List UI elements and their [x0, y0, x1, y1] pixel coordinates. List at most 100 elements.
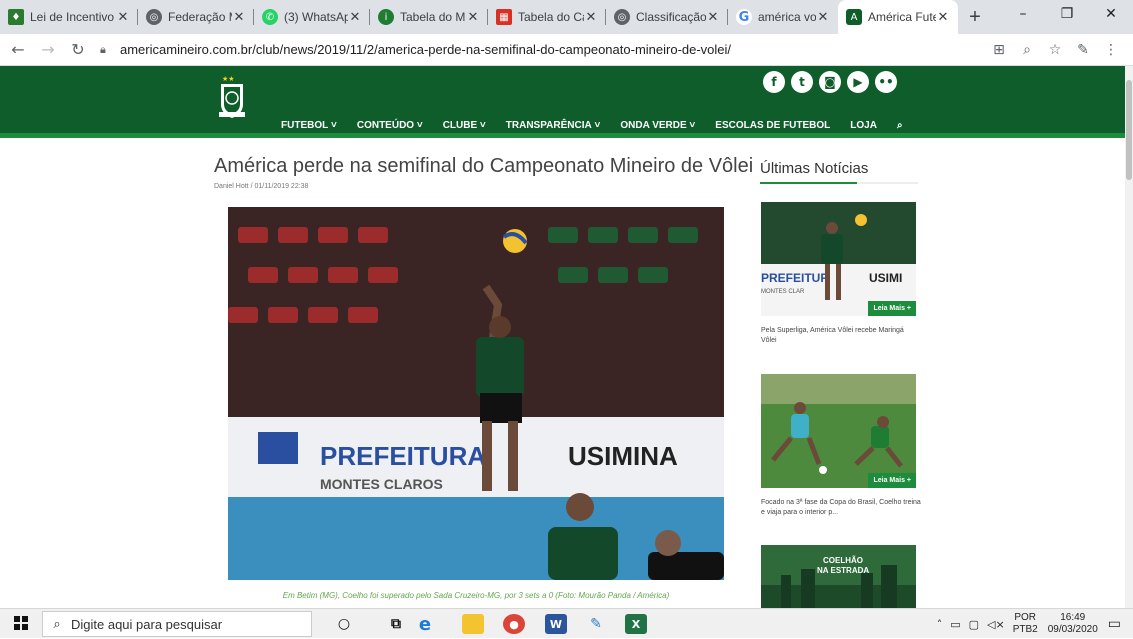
chrome-icon[interactable]: ● — [503, 614, 525, 634]
browser-tab[interactable]: ✆ (3) WhatsApp ✕ — [254, 0, 370, 34]
browser-tab[interactable]: ◎ Classificação Superliga ✕ — [606, 0, 728, 34]
maximize-icon[interactable]: ❐ — [1045, 0, 1089, 28]
page-scrollbar[interactable] — [1125, 66, 1133, 608]
photo-banner-text: MONTES CLAROS — [320, 476, 443, 492]
instagram-icon[interactable]: ◙ — [819, 71, 841, 93]
card-image-text: PREFEITUR — [761, 271, 829, 285]
sidebar-title-underline — [760, 182, 918, 184]
twitter-icon[interactable]: t — [791, 71, 813, 93]
sports-incentive-icon: ♦ — [8, 9, 24, 25]
layout-label: PTB2 — [1012, 624, 1038, 635]
clock-time: 16:49 — [1060, 612, 1086, 623]
news-card-title[interactable]: Pela Superliga, América Vôlei recebe Mar… — [761, 326, 921, 346]
close-tab-icon[interactable]: ✕ — [348, 10, 362, 25]
scrollbar-thumb[interactable] — [1126, 80, 1132, 180]
volleyball-photo: PREFEITURA MONTES CLAROS USIMINA — [228, 207, 724, 580]
menu-item-clube[interactable]: CLUBE ˅ — [443, 120, 486, 131]
new-tab-button[interactable]: + — [958, 0, 992, 34]
svg-text:★★: ★★ — [222, 75, 235, 83]
card-image-text: NA ESTRADA — [817, 566, 869, 575]
facebook-icon[interactable]: f — [763, 71, 785, 93]
volume-icon[interactable]: ◁× — [987, 618, 1005, 631]
news-card-title[interactable]: Focado na 3ª fase da Copa do Brasil, Coe… — [761, 498, 921, 518]
social-links: f t ◙ ▶ •• — [763, 71, 897, 93]
card-image-text: MONTES CLAR — [761, 289, 805, 295]
menu-item-escolas[interactable]: ESCOLAS DE FUTEBOL — [715, 120, 830, 131]
browser-tab[interactable]: ▦ Tabela do Campeonato ✕ — [488, 0, 606, 34]
reload-icon[interactable]: ↻ — [66, 38, 90, 62]
close-tab-icon[interactable]: ✕ — [116, 10, 130, 25]
keyboard-language[interactable]: POR PTB2 — [1013, 612, 1038, 636]
address-bar[interactable]: 🔒︎ americamineiro.com.br/club/news/2019/… — [100, 37, 985, 63]
globe-icon: ◎ — [146, 9, 162, 25]
photo-caption: Em Betim (MG), Coelho foi superado pelo … — [282, 591, 670, 600]
clock[interactable]: 16:49 09/03/2020 — [1048, 612, 1098, 636]
battery-icon[interactable]: ▭ — [950, 618, 960, 631]
menu-item-onda-verde[interactable]: ONDA VERDE ˅ — [620, 120, 695, 131]
edge-icon[interactable]: e — [414, 614, 436, 635]
paint-icon[interactable]: ✎ — [585, 614, 607, 634]
america-logo[interactable]: ★★ — [218, 74, 246, 122]
menu-item-futebol[interactable]: FUTEBOL ˅ — [281, 120, 337, 131]
article-byline: Daniel Hott / 01/11/2019 22:38 — [214, 183, 309, 190]
card-image-text: USIMI — [869, 271, 902, 285]
excel-icon[interactable]: X — [625, 614, 647, 634]
back-arrow-icon[interactable]: ← — [6, 38, 30, 62]
read-more-button[interactable]: Leia Mais + — [868, 473, 916, 488]
menu-item-transparencia[interactable]: TRANSPARÊNCIA ˅ — [506, 120, 601, 131]
menu-item-conteudo[interactable]: CONTEÚDO ˅ — [357, 120, 423, 131]
info-icon: i — [378, 9, 394, 25]
read-more-button[interactable]: Leia Mais + — [868, 301, 916, 316]
photo-banner-text: USIMINA — [568, 441, 678, 471]
system-tray: ˄ ▭ ▢ ◁× POR PTB2 16:49 09/03/2020 ▭ — [937, 609, 1133, 639]
tab-title: Tabela do Campeonato — [518, 10, 584, 24]
flickr-icon[interactable]: •• — [875, 71, 897, 93]
browser-tab[interactable]: i Tabela do Mineiro ✕ — [370, 0, 488, 34]
notifications-icon[interactable]: ▭ — [1108, 616, 1121, 632]
browser-tab-strip: ♦ Lei de Incentivo ✕ ◎ Federação Mineira… — [0, 0, 1133, 34]
window-controls: – ❐ ✕ — [1001, 0, 1133, 34]
file-explorer-icon[interactable] — [462, 614, 484, 634]
news-card-image[interactable]: PREFEITUR USIMI MONTES CLAR Leia Mais + — [761, 202, 916, 316]
minimize-icon[interactable]: – — [1001, 0, 1045, 28]
news-card-image[interactable]: Leia Mais + — [761, 374, 916, 488]
translate-icon[interactable]: ⊞ — [985, 42, 1013, 58]
tab-title: Tabela do Mineiro — [400, 10, 466, 24]
tab-title: américa volei — [758, 10, 816, 24]
tray-chevron-icon[interactable]: ˄ — [937, 618, 943, 631]
menu-item-loja[interactable]: LOJA — [850, 120, 877, 131]
close-tab-icon[interactable]: ✕ — [816, 10, 830, 25]
browser-tab-active[interactable]: A América Futebol Clube ✕ — [838, 0, 958, 34]
extension-icon[interactable]: ✎ — [1069, 42, 1097, 58]
bookmark-star-icon[interactable]: ☆ — [1041, 42, 1069, 58]
browser-tab[interactable]: ◎ Federação Mineira ✕ — [138, 0, 254, 34]
toolbar-actions: ⊞ ⌕ ☆ ✎ ⋮ — [985, 42, 1125, 58]
forward-arrow-icon[interactable]: → — [36, 38, 60, 62]
browser-tab[interactable]: G américa volei ✕ — [728, 0, 838, 34]
close-tab-icon[interactable]: ✕ — [936, 10, 950, 25]
menu-dots-icon[interactable]: ⋮ — [1097, 42, 1125, 58]
close-tab-icon[interactable]: ✕ — [232, 10, 246, 25]
close-tab-icon[interactable]: ✕ — [706, 10, 720, 25]
search-icon[interactable]: ⌕ — [897, 120, 903, 131]
task-view-icon[interactable]: ⧉ — [385, 614, 407, 634]
zoom-icon[interactable]: ⌕ — [1013, 42, 1041, 58]
youtube-icon[interactable]: ▶ — [847, 71, 869, 93]
tab-title: Classificação Superliga — [636, 10, 706, 24]
close-window-icon[interactable]: ✕ — [1089, 0, 1133, 28]
network-icon[interactable]: ▢ — [969, 618, 979, 631]
news-card-image[interactable]: COELHÃO NA ESTRADA — [761, 545, 916, 608]
windows-taskbar: ⌕ Digite aqui para pesquisar ○ ⧉ e ● W ✎… — [0, 608, 1133, 638]
word-icon[interactable]: W — [545, 614, 567, 634]
article-photo: PREFEITURA MONTES CLAROS USIMINA — [228, 207, 724, 580]
site-header: ★★ f t ◙ ▶ •• FUTEBOL ˅ CONTEÚDO ˅ CLUBE… — [0, 66, 1125, 138]
browser-tab[interactable]: ♦ Lei de Incentivo ✕ — [0, 0, 138, 34]
taskbar-search[interactable]: ⌕ Digite aqui para pesquisar — [42, 611, 312, 637]
close-tab-icon[interactable]: ✕ — [466, 10, 480, 25]
article-title: América perde na semifinal do Campeonato… — [214, 155, 754, 177]
cortana-icon[interactable]: ○ — [333, 614, 355, 634]
sidebar-title: Últimas Notícias — [760, 160, 869, 177]
globe-icon: ◎ — [614, 9, 630, 25]
close-tab-icon[interactable]: ✕ — [584, 10, 598, 25]
windows-start-icon[interactable] — [14, 616, 28, 630]
